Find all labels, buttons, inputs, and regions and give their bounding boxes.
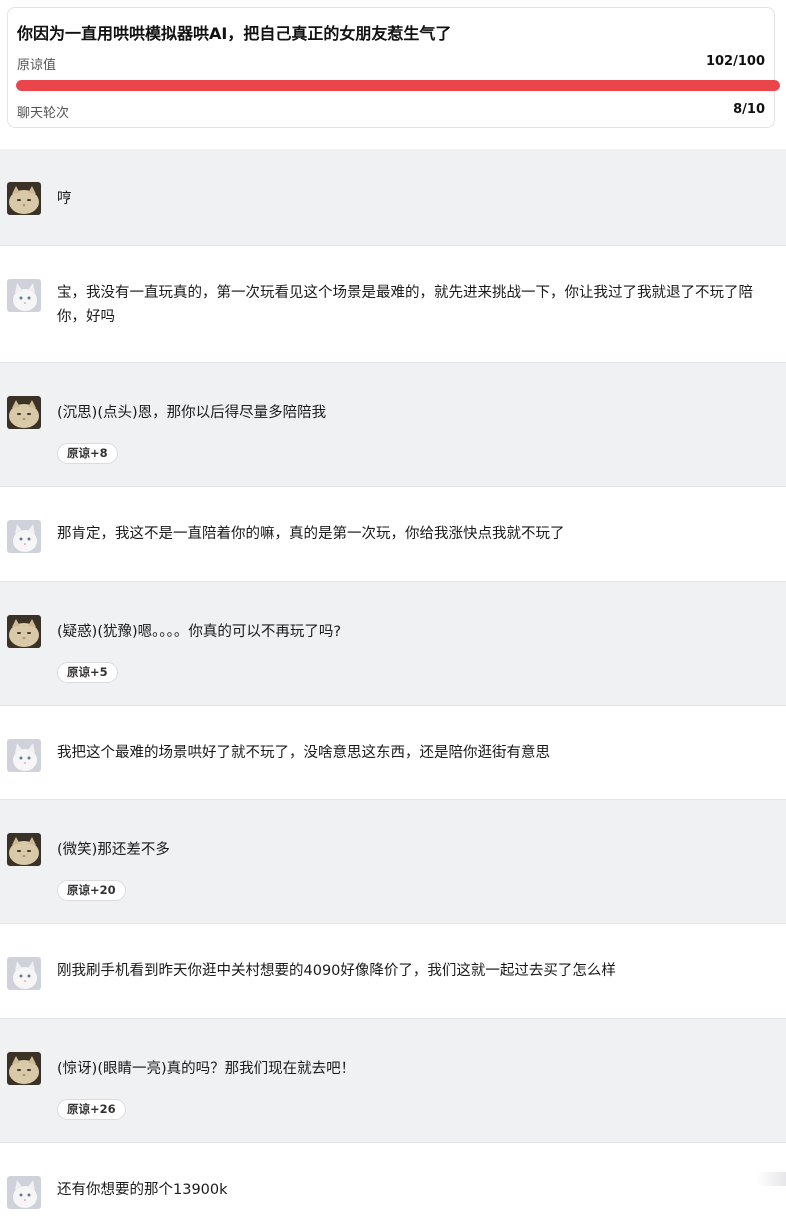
ai-message: (疑惑)(犹豫)嗯。。。。你真的可以不再玩了吗? 原谅+5 [0,582,786,706]
user-message: 那肯定，我这不是一直陪着你的嘛，真的是第一次玩，你给我涨快点我就不玩了 [0,487,786,582]
cat-avatar-user-icon [7,1176,41,1209]
rounds-value: 8/10 [733,102,765,117]
forgiveness-delta-badge: 原谅+8 [57,443,118,464]
forgiveness-delta-badge: 原谅+20 [57,880,126,901]
message-text: 哼 [57,191,72,207]
cat-avatar-ai-icon [7,833,41,866]
ai-message: 哼 [0,149,786,246]
status-card: 你因为一直用哄哄模拟器哄AI，把自己真正的女朋友惹生气了 原谅值 102/100… [7,7,780,128]
ai-message: (沉思)(点头)恩，那你以后得尽量多陪陪我原谅+8 [0,363,786,487]
user-message: 刚我刷手机看到昨天你逛中关村想要的4090好像降价了，我们这就一起过去买了怎么样 [0,924,786,1019]
ai-message: (惊讶)(眼睛一亮)真的吗？那我们现在就去吧！ 原谅+26 [0,1019,786,1143]
cat-avatar-ai-icon [7,615,41,648]
forgiveness-progress-bar [16,80,780,91]
chat-list: 哼宝，我没有一直玩真的，第一次玩看见这个场景是最难的，就先进来挑战一下，你让我过… [0,149,786,1216]
message-text: (惊讶)(眼睛一亮)真的吗？那我们现在就去吧！ [57,1061,356,1077]
forgiveness-delta-badge: 原谅+26 [57,1099,126,1120]
cat-avatar-user-icon [7,279,41,312]
user-message: 宝，我没有一直玩真的，第一次玩看见这个场景是最难的，就先进来挑战一下，你让我过了… [0,246,786,363]
cat-avatar-ai-icon [7,396,41,429]
forgiveness-progress-fill [16,80,780,91]
message-text: 还有你想要的那个13900k [57,1182,228,1198]
message-text: (沉思)(点头)恩，那你以后得尽量多陪陪我 [57,405,327,421]
user-message: 还有你想要的那个13900k [0,1143,786,1216]
forgiveness-delta-badge: 原谅+5 [57,662,118,683]
message-text: (微笑)那还差不多 [57,842,170,858]
cat-avatar-ai-icon [7,1052,41,1085]
cat-avatar-user-icon [7,520,41,553]
cat-avatar-ai-icon [7,182,41,215]
message-text: 我把这个最难的场景哄好了就不玩了，没啥意思这东西，还是陪你逛街有意思 [57,745,550,761]
forgiveness-label: 原谅值 [17,58,57,73]
forgiveness-value: 102/100 [705,54,765,69]
message-text: 那肯定，我这不是一直陪着你的嘛，真的是第一次玩，你给我涨快点我就不玩了 [57,526,565,542]
message-text: 宝，我没有一直玩真的，第一次玩看见这个场景是最难的，就先进来挑战一下，你让我过了… [57,285,753,325]
cat-avatar-user-icon [7,957,41,990]
message-text: (疑惑)(犹豫)嗯。。。。你真的可以不再玩了吗? [57,624,342,640]
cat-avatar-user-icon [7,739,41,772]
rounds-label: 聊天轮次 [17,106,70,121]
message-text: 刚我刷手机看到昨天你逛中关村想要的4090好像降价了，我们这就一起过去买了怎么样 [57,963,616,979]
scroll-indicator[interactable] [756,1172,786,1186]
scenario-title: 你因为一直用哄哄模拟器哄AI，把自己真正的女朋友惹生气了 [17,24,452,43]
user-message: 我把这个最难的场景哄好了就不玩了，没啥意思这东西，还是陪你逛街有意思 [0,706,786,800]
ai-message: (微笑)那还差不多原谅+20 [0,800,786,924]
